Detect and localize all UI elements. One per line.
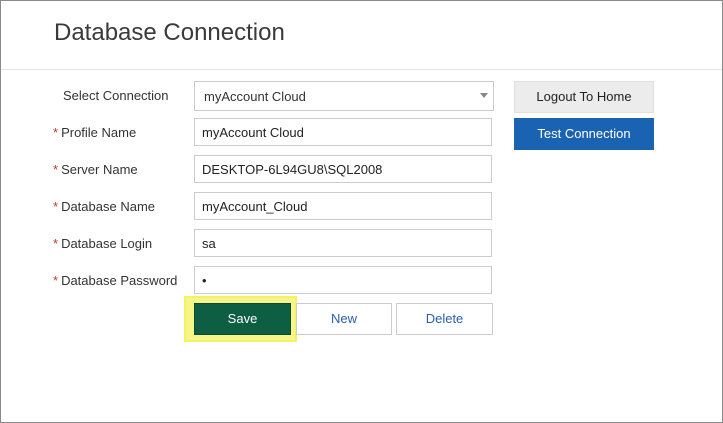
required-asterisk: *	[53, 236, 59, 251]
chevron-down-icon	[480, 93, 488, 98]
database-login-label-text: Database Login	[61, 236, 153, 251]
page-title: Database Connection	[54, 19, 285, 46]
database-name-input[interactable]	[194, 192, 492, 220]
profile-name-label: * Profile Name	[53, 125, 136, 140]
test-connection-button[interactable]: Test Connection	[514, 118, 654, 150]
database-password-label-text: Database Password	[61, 273, 178, 288]
database-name-label: * Database Name	[53, 199, 155, 214]
server-name-label: * Server Name	[53, 162, 138, 177]
database-password-input[interactable]	[194, 266, 492, 294]
profile-name-label-text: Profile Name	[61, 125, 137, 140]
database-login-input[interactable]	[194, 229, 492, 257]
database-connection-window: Database Connection Select Connection my…	[0, 0, 723, 423]
required-asterisk: *	[53, 162, 59, 177]
required-asterisk: *	[53, 125, 59, 140]
required-asterisk: *	[53, 199, 59, 214]
new-button[interactable]: New	[296, 303, 392, 335]
database-name-label-text: Database Name	[61, 199, 156, 214]
server-name-input[interactable]	[194, 155, 492, 183]
database-login-label: * Database Login	[53, 236, 152, 251]
title-divider	[1, 69, 722, 70]
save-button[interactable]: Save	[194, 303, 291, 335]
select-connection-value: myAccount Cloud	[204, 89, 306, 104]
required-asterisk: *	[53, 273, 59, 288]
profile-name-input[interactable]	[194, 118, 492, 146]
delete-button[interactable]: Delete	[396, 303, 493, 335]
select-connection-dropdown[interactable]: myAccount Cloud	[194, 81, 494, 111]
logout-to-home-button[interactable]: Logout To Home	[514, 81, 654, 113]
database-password-label: * Database Password	[53, 273, 177, 288]
select-connection-label: Select Connection	[63, 88, 169, 103]
server-name-label-text: Server Name	[61, 162, 138, 177]
